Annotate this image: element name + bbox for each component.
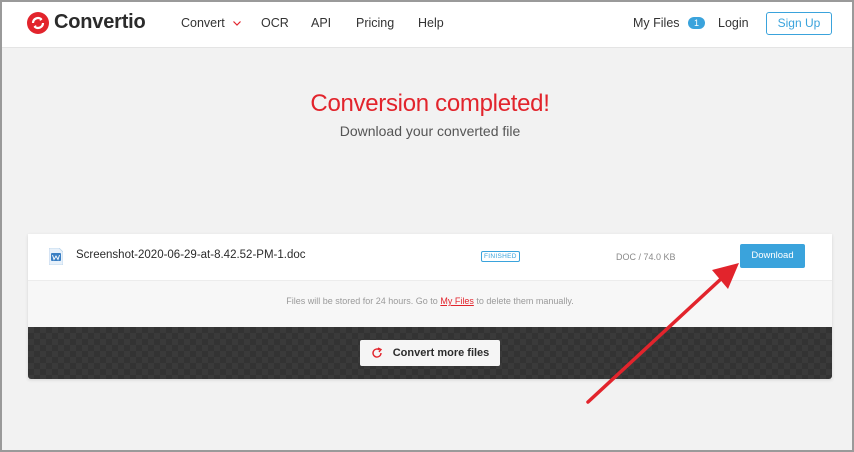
signup-button[interactable]: Sign Up xyxy=(766,12,832,35)
my-files-link[interactable]: My Files xyxy=(440,296,474,306)
page-subtitle: Download your converted file xyxy=(339,123,521,139)
nav-api[interactable]: API xyxy=(311,16,331,30)
nav-help[interactable]: Help xyxy=(418,16,444,30)
convert-more-bar: Convert more files xyxy=(28,327,832,379)
nav-my-files[interactable]: My Files 1 xyxy=(633,16,706,30)
my-files-count-badge: 1 xyxy=(688,17,706,29)
storage-note-prefix: Files will be stored for 24 hours. Go to xyxy=(286,296,438,306)
window-frame xyxy=(0,0,854,452)
file-name: Screenshot-2020-06-29-at-8.42.52-PM-1.do… xyxy=(76,249,306,261)
nav-ocr[interactable]: OCR xyxy=(261,16,289,30)
status-badge: FINISHED xyxy=(481,251,520,262)
nav-convert-label: Convert xyxy=(181,16,225,30)
brand-name: Convertio xyxy=(54,11,146,33)
nav-convert[interactable]: Convert xyxy=(181,16,242,30)
page-title: Conversion completed! xyxy=(310,90,550,117)
download-button[interactable]: Download xyxy=(740,244,805,268)
storage-note-suffix: to delete them manually. xyxy=(476,296,574,306)
convertio-logo[interactable]: Convertio xyxy=(27,11,146,34)
refresh-icon xyxy=(372,347,382,358)
file-meta: DOC / 74.0 KB xyxy=(616,252,676,262)
convertio-logo-icon xyxy=(27,11,49,34)
result-card: Screenshot-2020-06-29-at-8.42.52-PM-1.do… xyxy=(28,234,832,379)
file-row: Screenshot-2020-06-29-at-8.42.52-PM-1.do… xyxy=(28,234,832,281)
nav-pricing[interactable]: Pricing xyxy=(356,16,394,30)
my-files-label: My Files xyxy=(633,16,680,30)
storage-note: Files will be stored for 24 hours. Go to… xyxy=(28,281,832,327)
convert-more-label: Convert more files xyxy=(392,347,490,359)
top-navbar: Convertio Convert OCR API Pricing Help M… xyxy=(0,0,854,48)
chevron-down-icon xyxy=(233,21,242,26)
word-doc-icon xyxy=(49,248,63,265)
convert-more-button[interactable]: Convert more files xyxy=(360,340,500,366)
nav-login[interactable]: Login xyxy=(718,16,749,30)
annotation-arrow-icon xyxy=(586,263,739,404)
